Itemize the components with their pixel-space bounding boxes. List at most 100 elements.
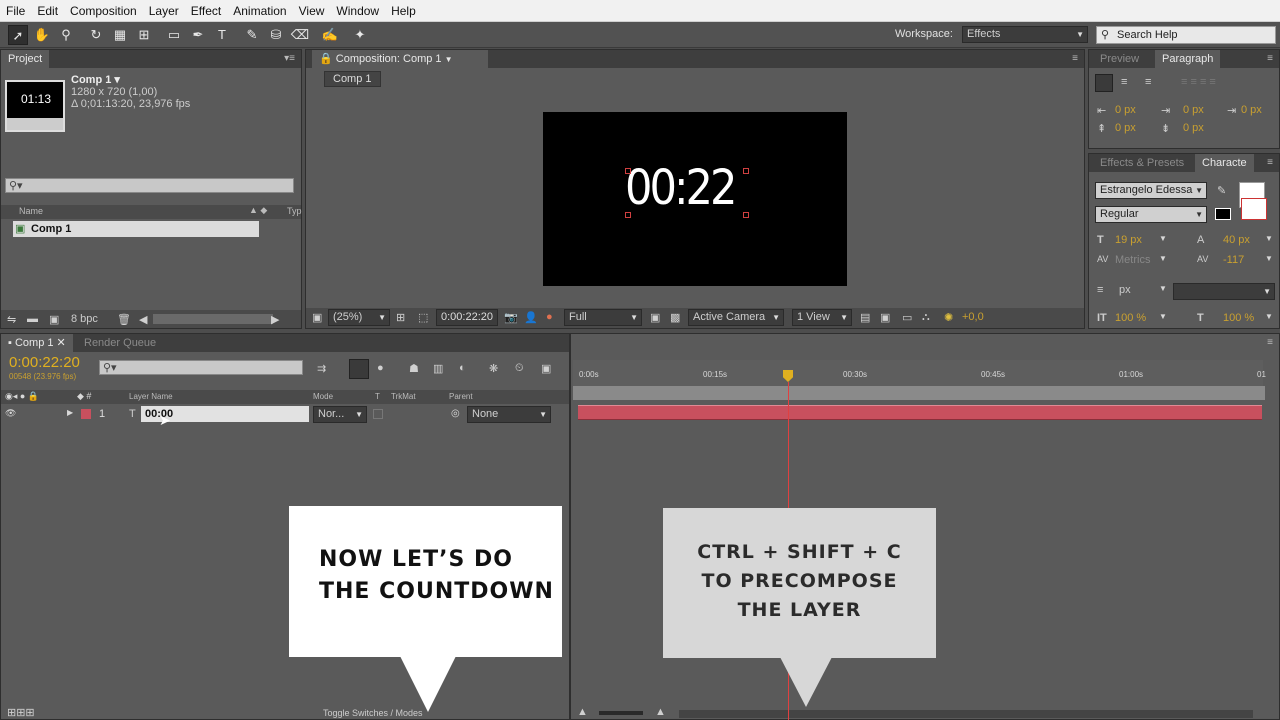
new-composition-icon[interactable]: ▣ bbox=[49, 313, 59, 326]
space-before-value[interactable]: 0 px bbox=[1115, 122, 1136, 134]
indent-first-value[interactable]: 0 px bbox=[1183, 104, 1204, 116]
stroke-order-select[interactable]: ▼ bbox=[1173, 283, 1275, 300]
col-layer-name[interactable]: Layer Name bbox=[129, 392, 173, 401]
menu-layer[interactable]: Layer bbox=[143, 0, 185, 22]
transparency-grid-icon[interactable]: ▩ bbox=[670, 311, 680, 324]
expand-switches-icon[interactable]: ⊞⊞⊞ bbox=[7, 706, 35, 719]
canvas-countdown-text[interactable]: 00:22 bbox=[625, 160, 737, 216]
parent-select[interactable]: None ▼ bbox=[467, 406, 551, 423]
tab-paragraph[interactable]: Paragraph bbox=[1155, 50, 1221, 68]
text-handle[interactable] bbox=[625, 168, 631, 174]
pixel-aspect-icon[interactable]: ▤ bbox=[860, 311, 870, 324]
selection-tool-icon[interactable]: ➚ bbox=[8, 25, 28, 45]
eye-icon[interactable]: 👁 bbox=[5, 408, 16, 419]
align-right-icon[interactable]: ≡ bbox=[1145, 76, 1151, 88]
timeline-search-input[interactable]: ⚲▾ bbox=[99, 360, 303, 375]
color-channel-icon[interactable]: ● bbox=[546, 311, 553, 323]
font-style-select[interactable]: Regular ▼ bbox=[1095, 206, 1207, 223]
menu-view[interactable]: View bbox=[293, 0, 331, 22]
hand-tool-icon[interactable]: ✋ bbox=[32, 25, 52, 45]
col-mode[interactable]: Mode bbox=[313, 392, 333, 401]
eraser-tool-icon[interactable]: ⌫ bbox=[290, 25, 310, 45]
brainstorm-icon[interactable]: ❋ bbox=[489, 362, 498, 375]
panel-menu-icon[interactable]: ≡ bbox=[1267, 157, 1273, 168]
leading-value[interactable]: 40 px bbox=[1223, 234, 1250, 246]
menu-edit[interactable]: Edit bbox=[31, 0, 64, 22]
tab-composition[interactable]: 🔒 Composition: Comp 1 ▼ bbox=[312, 50, 488, 68]
menu-file[interactable]: File bbox=[0, 0, 31, 22]
layer-row[interactable]: 👁 ▶ 1 T 00:00 ➤ Nor... ▼ ◎ None ▼ bbox=[1, 406, 569, 428]
brush-tool-icon[interactable]: ✎ bbox=[242, 25, 262, 45]
layer-duration-bar[interactable] bbox=[578, 405, 1262, 420]
horizontal-scale-value[interactable]: 100 % bbox=[1223, 312, 1254, 324]
frame-blending-icon[interactable]: ▥ bbox=[433, 362, 443, 375]
project-search-input[interactable]: ⚲▾ bbox=[5, 178, 294, 193]
clone-stamp-tool-icon[interactable]: ⛁ bbox=[266, 25, 286, 45]
pick-whip-icon[interactable]: ◎ bbox=[451, 408, 460, 419]
menu-help[interactable]: Help bbox=[385, 0, 422, 22]
trash-icon[interactable]: 🗑 bbox=[117, 313, 131, 326]
align-left-icon[interactable] bbox=[1095, 74, 1113, 92]
tab-character[interactable]: Characte bbox=[1195, 154, 1254, 172]
bit-depth[interactable]: 8 bpc bbox=[71, 313, 98, 325]
time-ruler[interactable]: 0:00s 00:15s 00:30s 00:45s 01:00s 01 bbox=[573, 360, 1266, 388]
tab-render-queue[interactable]: Render Queue bbox=[77, 334, 163, 352]
zoom-tool-icon[interactable]: ⚲ bbox=[56, 25, 76, 45]
show-snapshot-icon[interactable]: 👤 bbox=[524, 311, 538, 324]
stroke-width-value[interactable]: px bbox=[1119, 284, 1131, 296]
comp-breadcrumb[interactable]: Comp 1 bbox=[324, 71, 381, 87]
indent-right-value[interactable]: 0 px bbox=[1241, 104, 1262, 116]
scroll-left-icon[interactable]: ◀ bbox=[139, 313, 147, 326]
project-scrollbar[interactable] bbox=[153, 314, 273, 324]
col-t[interactable]: T bbox=[375, 392, 380, 401]
type-tool-icon[interactable]: T bbox=[212, 25, 232, 45]
col-type-header[interactable]: Typ bbox=[287, 206, 302, 216]
puppet-pin-tool-icon[interactable]: ✦ bbox=[350, 25, 370, 45]
workspace-select[interactable]: Effects ▼ bbox=[962, 26, 1088, 43]
chevron-down-icon[interactable]: ▼ bbox=[1265, 254, 1273, 263]
panel-menu-icon[interactable]: ≡ bbox=[1267, 53, 1273, 64]
menu-window[interactable]: Window bbox=[330, 0, 385, 22]
region-of-interest-icon[interactable]: ▣ bbox=[650, 311, 660, 324]
tab-comp-timeline[interactable]: ▪ Comp 1 ✕ bbox=[1, 334, 73, 352]
tab-preview[interactable]: Preview bbox=[1093, 50, 1146, 68]
exposure-value[interactable]: +0,0 bbox=[962, 311, 984, 323]
close-icon[interactable]: ✕ bbox=[54, 337, 66, 349]
stroke-color-swatch[interactable] bbox=[1215, 208, 1231, 220]
preserve-transparency-checkbox[interactable] bbox=[373, 409, 383, 419]
search-help-input[interactable]: ⚲ Search Help bbox=[1096, 26, 1276, 44]
comp-viewer-canvas[interactable]: 00:22 bbox=[543, 112, 847, 286]
vertical-scale-value[interactable]: 100 % bbox=[1115, 312, 1146, 324]
pen-tool-icon[interactable]: ✒ bbox=[188, 25, 208, 45]
tab-effects-presets[interactable]: Effects & Presets bbox=[1093, 154, 1191, 172]
project-item-row[interactable]: ▣ Comp 1 bbox=[13, 221, 259, 237]
font-size-value[interactable]: 19 px bbox=[1115, 234, 1142, 246]
chevron-down-icon[interactable]: ▼ bbox=[1265, 312, 1273, 321]
zoom-in-icon[interactable]: ▲ bbox=[655, 706, 666, 718]
draft-3d-icon[interactable]: ● bbox=[377, 362, 384, 374]
stroke-none-swatch[interactable] bbox=[1241, 198, 1267, 220]
menu-effect[interactable]: Effect bbox=[185, 0, 227, 22]
panel-menu-icon[interactable]: ≡ bbox=[1072, 53, 1078, 64]
rotate-tool-icon[interactable]: ↻ bbox=[86, 25, 106, 45]
current-timecode[interactable]: 0:00:22:20 bbox=[9, 354, 80, 371]
indent-left-value[interactable]: 0 px bbox=[1115, 104, 1136, 116]
graph-editor-icon[interactable]: ▣ bbox=[541, 362, 551, 375]
font-family-select[interactable]: Estrangelo Edessa ▼ bbox=[1095, 182, 1207, 199]
menu-composition[interactable]: Composition bbox=[64, 0, 143, 22]
auto-keyframe-icon[interactable]: ⏲ bbox=[515, 362, 524, 375]
roto-brush-tool-icon[interactable]: ✍ bbox=[320, 25, 340, 45]
timeline-icon[interactable]: ▭ bbox=[902, 311, 912, 324]
rectangle-tool-icon[interactable]: ▭ bbox=[164, 25, 184, 45]
hide-shy-icon[interactable]: ☗ bbox=[409, 362, 419, 375]
tracking-value[interactable]: -117 bbox=[1223, 254, 1244, 266]
text-handle[interactable] bbox=[743, 212, 749, 218]
menu-animation[interactable]: Animation bbox=[227, 0, 292, 22]
eyedropper-icon[interactable]: ✎ bbox=[1217, 184, 1226, 197]
tab-project[interactable]: Project bbox=[1, 50, 50, 68]
chevron-down-icon[interactable]: ▼ bbox=[1265, 234, 1273, 243]
text-handle[interactable] bbox=[625, 212, 631, 218]
view-layout-select[interactable]: 1 View ▼ bbox=[792, 309, 852, 326]
fast-previews-icon[interactable]: ▣ bbox=[880, 311, 890, 324]
scroll-right-icon[interactable]: ▶ bbox=[271, 313, 279, 326]
